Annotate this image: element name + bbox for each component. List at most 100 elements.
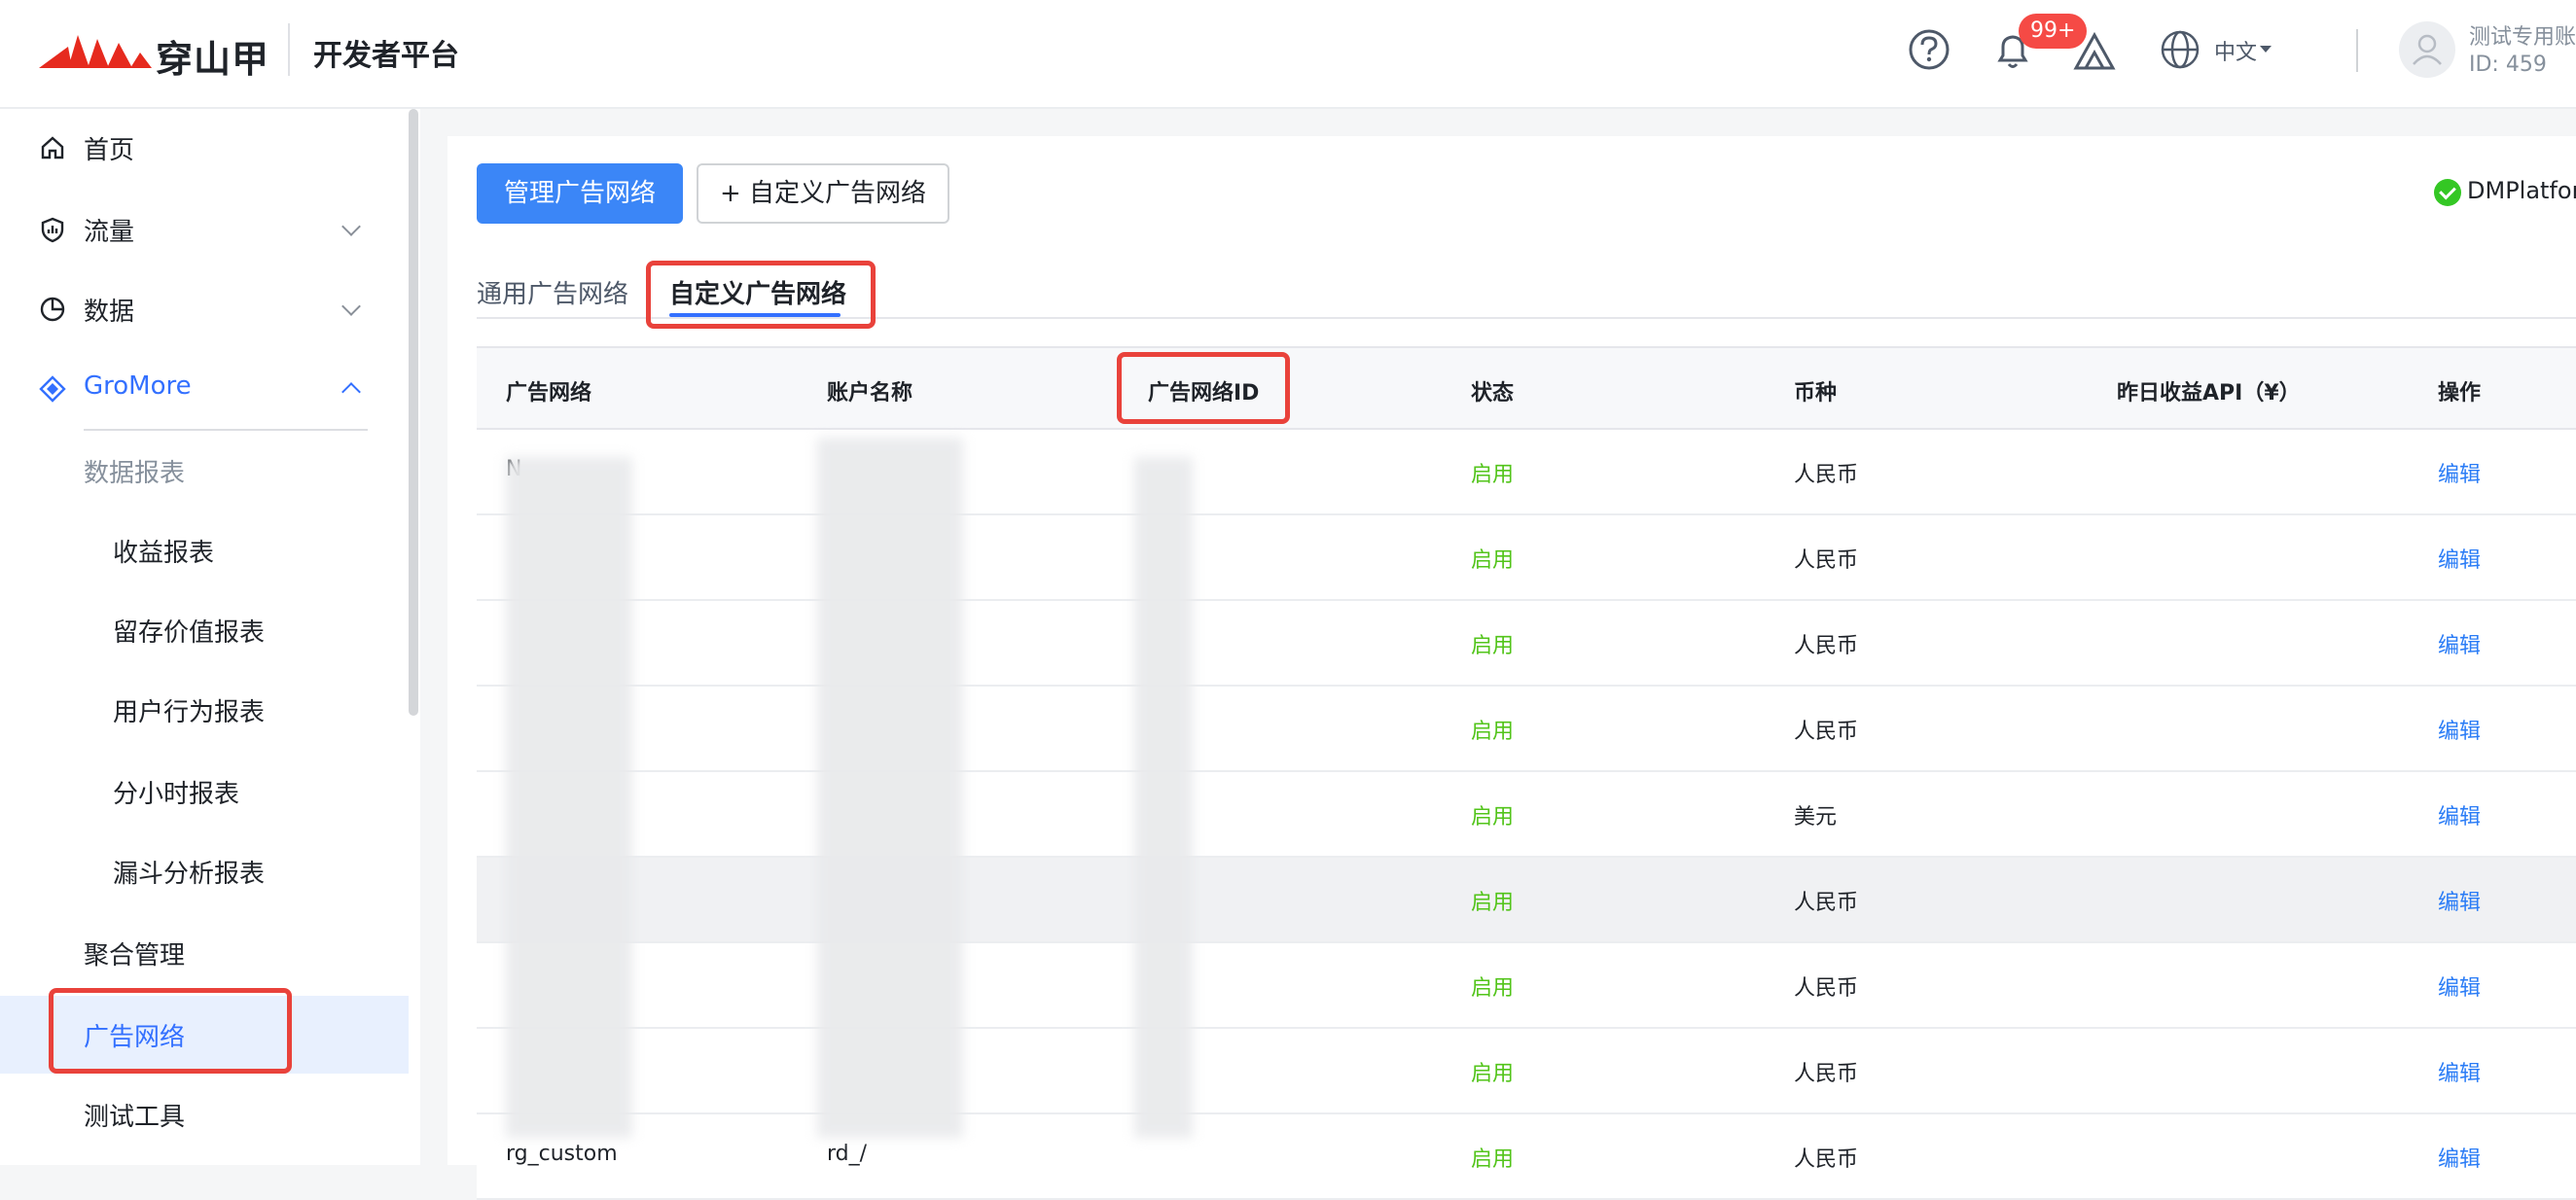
- sidebar-item-revenue-report[interactable]: 收益报表: [0, 512, 409, 589]
- column-header[interactable]: 状态: [1471, 375, 1514, 406]
- traffic-icon: [41, 217, 64, 243]
- chevron-down-icon[interactable]: [2260, 46, 2272, 53]
- sidebar-item-traffic[interactable]: 流量: [0, 191, 409, 268]
- cell-status: 启用: [1471, 891, 1515, 915]
- sidebar-item-label: 流量: [84, 218, 135, 247]
- header-divider: [288, 23, 290, 76]
- sidebar-item-label: GroMore: [84, 371, 192, 401]
- sidebar-item-data[interactable]: 数据: [0, 270, 409, 348]
- pangolin-logo-icon: [39, 35, 152, 68]
- pie-chart-icon: [40, 297, 65, 322]
- table-row[interactable]: 启用 人民币 编辑: [477, 858, 2576, 943]
- redaction-blur: [817, 438, 963, 1138]
- table-row[interactable]: 启用 人民币 编辑: [477, 515, 2576, 601]
- avatar[interactable]: [2399, 21, 2455, 78]
- edit-link[interactable]: 编辑: [2438, 885, 2481, 916]
- cell-currency: 人民币: [1794, 720, 1859, 744]
- brand-logo[interactable]: 穿山甲: [39, 21, 272, 81]
- highlight-box-ad-network: [49, 988, 292, 1074]
- cell-status: 启用: [1471, 548, 1515, 573]
- cell-currency: 人民币: [1794, 548, 1859, 573]
- chevron-down-icon: [341, 297, 361, 316]
- sidebar-item-label: 用户行为报表: [113, 698, 266, 727]
- sidebar-item-label: 漏斗分析报表: [113, 860, 266, 889]
- cell-account: rd_/: [827, 1142, 868, 1166]
- cell-status: 启用: [1471, 463, 1515, 487]
- home-icon: [41, 136, 64, 159]
- redaction-blur: [1134, 457, 1193, 1138]
- triangle-app-icon[interactable]: [2072, 29, 2117, 74]
- sidebar-scrollbar[interactable]: [409, 109, 418, 716]
- sidebar-item-hourly-report[interactable]: 分小时报表: [0, 753, 409, 830]
- table-row[interactable]: 启用 人民币 编辑: [477, 687, 2576, 772]
- table-row[interactable]: 启用 人民币 编辑: [477, 1029, 2576, 1114]
- platform-title: 开发者平台: [313, 39, 459, 73]
- header-separator: [2356, 29, 2358, 72]
- sidebar-item-retention-report[interactable]: 留存价值报表: [0, 591, 409, 669]
- redaction-blur: [506, 457, 632, 1138]
- tab-generic-ad-network[interactable]: 通用广告网络: [477, 274, 628, 310]
- edit-link[interactable]: 编辑: [2438, 457, 2481, 488]
- cell-status: 启用: [1471, 634, 1515, 658]
- chevron-up-icon: [341, 382, 361, 402]
- cell-currency: 人民币: [1794, 891, 1859, 915]
- cell-status: 启用: [1471, 1062, 1515, 1086]
- edit-link[interactable]: 编辑: [2438, 1056, 2481, 1087]
- table-row[interactable]: 启用 人民币 编辑: [477, 943, 2576, 1029]
- column-header[interactable]: 昨日收益API（¥）: [2117, 375, 2301, 406]
- sidebar-item-behavior-report[interactable]: 用户行为报表: [0, 671, 409, 749]
- sidebar-item-funnel-report[interactable]: 漏斗分析报表: [0, 832, 409, 910]
- table-row[interactable]: N 启用 人民币 编辑: [477, 430, 2576, 515]
- cell-currency: 人民币: [1794, 463, 1859, 487]
- highlight-box-network-id-column: [1117, 352, 1290, 424]
- column-header[interactable]: 操作: [2438, 375, 2481, 406]
- language-selector[interactable]: 中文: [2214, 35, 2257, 66]
- gromore-icon: [39, 375, 66, 403]
- edit-link[interactable]: 编辑: [2438, 799, 2481, 830]
- table-row[interactable]: 启用 人民币 编辑: [477, 601, 2576, 687]
- sidebar-item-gromore[interactable]: GroMore: [0, 350, 409, 428]
- check-circle-icon: [2434, 179, 2461, 206]
- cell-network: rg_custom: [506, 1142, 618, 1166]
- sidebar-item-label: 分小时报表: [113, 780, 240, 809]
- table-header: 广告网络 账户名称 广告网络ID 状态 币种 昨日收益API（¥） 操作: [477, 346, 2576, 430]
- sidebar-item-label: 留存价值报表: [113, 618, 266, 648]
- cell-status: 启用: [1471, 720, 1515, 744]
- cell-currency: 人民币: [1794, 1062, 1859, 1086]
- column-header[interactable]: 币种: [1794, 375, 1837, 406]
- account-name[interactable]: 测试专用账: [2469, 19, 2576, 51]
- sidebar-item-test-tools[interactable]: 测试工具: [0, 1076, 409, 1153]
- sidebar-item-aggregation[interactable]: 聚合管理: [0, 914, 409, 992]
- column-header[interactable]: 账户名称: [827, 375, 912, 406]
- cell-currency: 人民币: [1794, 634, 1859, 658]
- help-icon[interactable]: [1907, 27, 1951, 72]
- edit-link[interactable]: 编辑: [2438, 971, 2481, 1002]
- manage-ad-network-button[interactable]: 管理广告网络: [477, 163, 683, 224]
- edit-link[interactable]: 编辑: [2438, 543, 2481, 574]
- edit-link[interactable]: 编辑: [2438, 1142, 2481, 1173]
- sidebar-item-home[interactable]: 首页: [0, 109, 409, 187]
- sidebar-item-data-report[interactable]: 数据报表: [0, 432, 409, 510]
- highlight-box-custom-tab: [646, 261, 876, 329]
- cell-currency: 美元: [1794, 805, 1838, 829]
- sidebar-item-label: 数据报表: [84, 459, 186, 488]
- chevron-down-icon: [341, 217, 361, 236]
- sidebar-item-label: 聚合管理: [84, 941, 186, 971]
- sidebar-item-label: 首页: [84, 136, 135, 165]
- table-row[interactable]: 启用 美元 编辑: [477, 772, 2576, 858]
- table-row[interactable]: rg_custom rd_/ 启用 人民币 编辑: [477, 1114, 2576, 1200]
- edit-link[interactable]: 编辑: [2438, 714, 2481, 745]
- top-header: 穿山甲 开发者平台 99+ 中文 测试专用账 ID: 459: [0, 0, 2576, 109]
- column-header[interactable]: 广告网络: [506, 375, 591, 406]
- add-custom-ad-network-button[interactable]: + 自定义广告网络: [697, 163, 949, 224]
- cell-currency: 人民币: [1794, 1147, 1859, 1172]
- cell-status: 启用: [1471, 976, 1515, 1001]
- edit-link[interactable]: 编辑: [2438, 628, 2481, 659]
- brand-name: 穿山甲: [156, 38, 270, 81]
- sidebar-item-label: 数据: [84, 298, 135, 327]
- sidebar-item-label: 测试工具: [84, 1103, 186, 1132]
- globe-icon[interactable]: [2158, 27, 2202, 72]
- gromore-divider: [84, 429, 368, 431]
- platform-status-label: DMPlatforn: [2467, 177, 2576, 204]
- cell-status: 启用: [1471, 805, 1515, 829]
